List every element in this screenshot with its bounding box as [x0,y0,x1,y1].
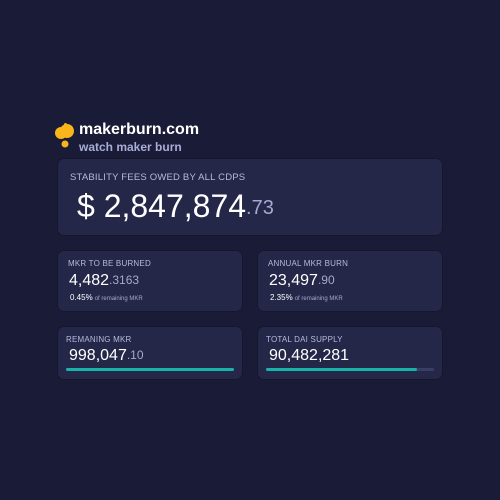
mkr-to-be-burned-card: MKR TO BE BURNED 4,482.3163 0.45% of rema… [58,251,242,311]
remaining-mkr-progress-track [66,368,234,371]
annual-mkr-burn-card: ANNUAL MKR BURN 23,497.90 2.35% of remain… [258,251,442,311]
remaining-mkr-label: REMANING MKR [66,335,132,344]
annual-mkr-burn-percent: 2.35% of remaining MKR [270,293,343,302]
mkr-to-be-burned-decimal: .3163 [109,273,140,287]
stability-fees-value: $ 2,847,874.73 [77,187,274,225]
mkr-to-be-burned-pct: 0.45% [70,293,93,302]
annual-mkr-burn-pct: 2.35% [270,293,293,302]
stability-fees-label: STABILITY FEES OWED BY ALL CDPS [70,172,246,183]
total-dai-supply-integer: 90,482,281 [269,347,350,364]
brand-header: makerburn.com watch maker burn [55,117,199,154]
brand-name[interactable]: makerburn.com [79,121,199,139]
annual-mkr-burn-decimal: .90 [317,273,335,287]
mkr-to-be-burned-label: MKR TO BE BURNED [68,259,151,268]
remaining-mkr-decimal: .10 [126,348,144,362]
remaining-mkr-integer: 998,047 [69,347,127,364]
annual-mkr-burn-label: ANNUAL MKR BURN [268,259,349,268]
stability-fees-card: STABILITY FEES OWED BY ALL CDPS $ 2,847,… [58,159,442,235]
total-dai-supply-label: TOTAL DAI SUPPLY [266,335,343,344]
annual-mkr-burn-pct-sub: of remaining MKR [294,296,343,302]
mkr-to-be-burned-value: 4,482.3163 [69,271,139,290]
remaining-mkr-progress-fill [66,368,234,371]
remaining-mkr-card: REMANING MKR 998,047.10 [58,327,242,379]
brand-tagline: watch maker burn [79,140,182,154]
mkr-to-be-burned-pct-sub: of remaining MKR [94,296,143,302]
brand-text: makerburn.com watch maker burn [79,117,199,154]
total-dai-supply-progress-fill [266,368,418,371]
mkr-to-be-burned-percent: 0.45% of remaining MKR [70,293,143,302]
remaining-mkr-value: 998,047.10 [69,346,144,365]
stability-fees-integer: 2,847,874 [103,188,247,224]
stability-fees-decimal: .73 [246,197,274,219]
annual-mkr-burn-integer: 23,497 [269,272,318,289]
flame-logo-icon [55,120,75,150]
currency-symbol: $ [77,188,95,224]
total-dai-supply-value: 90,482,281 [269,346,349,365]
mkr-to-be-burned-integer: 4,482 [69,272,110,289]
total-dai-supply-card: TOTAL DAI SUPPLY 90,482,281 [258,327,442,379]
annual-mkr-burn-value: 23,497.90 [269,271,335,290]
total-dai-supply-progress-track [266,368,434,371]
